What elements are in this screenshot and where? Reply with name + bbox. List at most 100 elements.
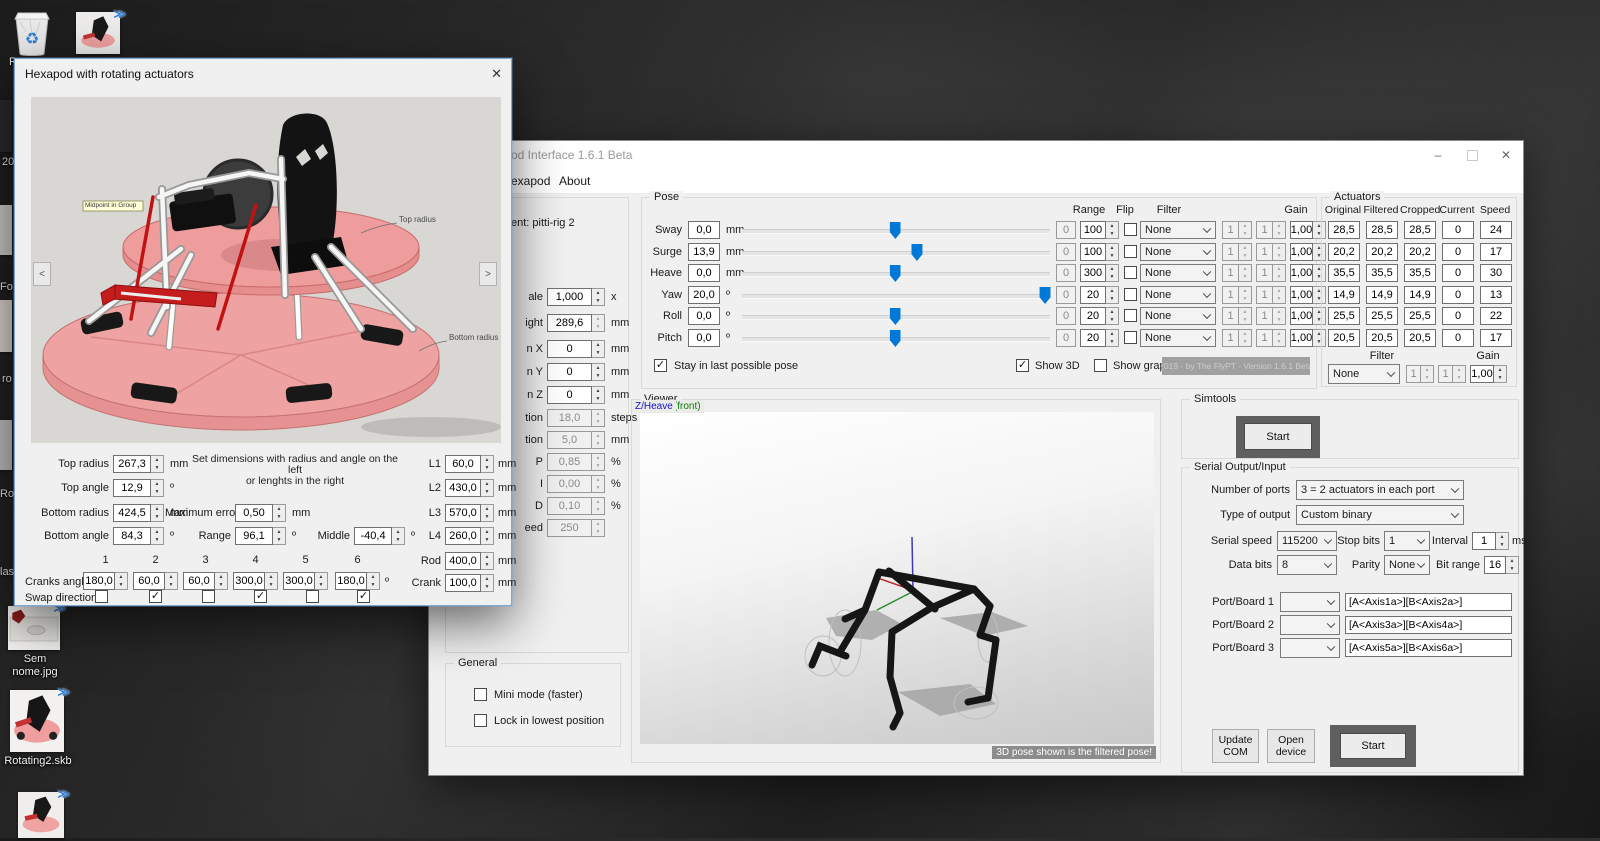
sway-value[interactable]: 0,0 xyxy=(688,221,720,239)
rotation-x-input[interactable]: 0 xyxy=(547,340,592,358)
bit-range-input[interactable]: 16 xyxy=(1484,556,1506,574)
slider-thumb[interactable] xyxy=(890,222,901,239)
slider-thumb[interactable] xyxy=(890,308,901,325)
yaw-range[interactable]: 20 xyxy=(1080,286,1106,304)
surge-value[interactable]: 13,9 xyxy=(688,243,720,261)
actuators-gain[interactable]: 1,00 xyxy=(1470,365,1494,383)
icon-label-sem-nome[interactable]: Sem nome.jpg xyxy=(0,653,70,679)
maximize-button[interactable] xyxy=(1455,141,1489,169)
minimize-button[interactable]: – xyxy=(1421,141,1455,169)
title-bar[interactable]: od Interface 1.6.1 Beta – ✕ xyxy=(429,141,1523,169)
slider-thumb[interactable] xyxy=(911,244,922,261)
recycle-bin-icon[interactable]: ♻ xyxy=(8,6,56,58)
swap-direction-checkbox-1[interactable] xyxy=(95,590,108,603)
mini-mode-checkbox[interactable] xyxy=(474,688,487,701)
range-input[interactable]: 96,1 xyxy=(235,527,273,545)
roll-gain[interactable]: 1,00 xyxy=(1290,307,1313,325)
slider-thumb[interactable] xyxy=(890,330,901,347)
swap-direction-checkbox-6[interactable]: ✓ xyxy=(357,590,370,603)
prev-rig-button[interactable]: < xyxy=(33,262,51,286)
yaw-filter-dropdown[interactable]: None xyxy=(1140,286,1216,304)
show-3d-checkbox[interactable]: ✓ xyxy=(1016,359,1029,372)
stop-bits-dropdown[interactable]: 1 xyxy=(1384,531,1430,551)
port-board-1-format[interactable]: [A<Axis1a>][B<Axis2a>] xyxy=(1345,593,1512,611)
top-radius-input[interactable]: 267,3 xyxy=(113,455,151,473)
menu-about[interactable]: About xyxy=(559,174,590,188)
l4-input[interactable]: 260,0 xyxy=(445,527,481,545)
serial-start-button[interactable]: Start xyxy=(1340,733,1406,759)
heave-filter-dropdown[interactable]: None xyxy=(1140,264,1216,282)
heave-flip-checkbox[interactable] xyxy=(1124,266,1137,279)
occluded-icon-sliver[interactable] xyxy=(0,205,12,255)
max-error-input[interactable]: 0,50 xyxy=(235,504,273,522)
interval-input[interactable]: 1 xyxy=(1472,532,1496,550)
heave-value[interactable]: 0,0 xyxy=(688,264,720,282)
stay-last-pose-checkbox[interactable]: ✓ xyxy=(654,359,667,372)
roll-flip-checkbox[interactable] xyxy=(1124,309,1137,322)
pitch-filter-dropdown[interactable]: None xyxy=(1140,329,1216,347)
surge-flip-checkbox[interactable] xyxy=(1124,245,1137,258)
close-button[interactable]: ✕ xyxy=(1489,141,1523,169)
bottom-radius-input[interactable]: 424,5 xyxy=(113,504,151,522)
port-board-3-dropdown[interactable] xyxy=(1280,638,1340,658)
swap-direction-checkbox-4[interactable]: ✓ xyxy=(254,590,267,603)
l1-input[interactable]: 60,0 xyxy=(445,455,481,473)
port-board-2-format[interactable]: [A<Axis3a>][B<Axis4a>] xyxy=(1345,616,1512,634)
yaw-value[interactable]: 20,0 xyxy=(688,286,720,304)
port-board-2-dropdown[interactable] xyxy=(1280,615,1340,635)
pitch-gain[interactable]: 1,00 xyxy=(1290,329,1313,347)
sway-slider[interactable] xyxy=(742,229,1050,234)
desktop-image-icon-top[interactable]: ≫ xyxy=(76,12,120,54)
roll-filter-dropdown[interactable]: None xyxy=(1140,307,1216,325)
l3-input[interactable]: 570,0 xyxy=(445,504,481,522)
show-graphic-checkbox[interactable] xyxy=(1094,359,1107,372)
surge-gain[interactable]: 1,00 xyxy=(1290,243,1313,261)
simtools-start-button[interactable]: Start xyxy=(1244,423,1312,450)
surge-range[interactable]: 100 xyxy=(1080,243,1106,261)
port-board-3-format[interactable]: [A<Axis5a>][B<Axis6a>] xyxy=(1345,639,1512,657)
parity-dropdown[interactable]: None xyxy=(1384,555,1430,575)
sway-range[interactable]: 100 xyxy=(1080,221,1106,239)
update-com-button[interactable]: Update COM xyxy=(1212,729,1259,763)
slider-thumb[interactable] xyxy=(1040,287,1051,304)
occluded-icon-sliver[interactable] xyxy=(0,420,12,470)
menu-hexapod[interactable]: exapod xyxy=(511,174,550,188)
dialog-close-button[interactable]: ✕ xyxy=(491,66,502,82)
yaw-slider[interactable] xyxy=(742,294,1050,299)
sway-filter-dropdown[interactable]: None xyxy=(1140,221,1216,239)
pitch-range[interactable]: 20 xyxy=(1080,329,1106,347)
surge-filter-dropdown[interactable]: None xyxy=(1140,243,1216,261)
swap-direction-checkbox-3[interactable] xyxy=(202,590,215,603)
actuators-filter-dropdown[interactable]: None xyxy=(1328,364,1400,384)
rotation-y-input[interactable]: 0 xyxy=(547,363,592,381)
roll-value[interactable]: 0,0 xyxy=(688,307,720,325)
number-of-ports-dropdown[interactable]: 3 = 2 actuators in each port xyxy=(1296,480,1464,500)
heave-slider[interactable] xyxy=(742,272,1050,277)
l2-input[interactable]: 430,0 xyxy=(445,479,481,497)
occluded-icon-sliver[interactable] xyxy=(0,100,12,152)
pitch-value[interactable]: 0,0 xyxy=(688,329,720,347)
roll-range[interactable]: 20 xyxy=(1080,307,1106,325)
rotation-z-input[interactable]: 0 xyxy=(547,386,592,404)
heave-range[interactable]: 300 xyxy=(1080,264,1106,282)
scale-input[interactable]: 1,000 xyxy=(547,288,592,306)
icon-label-rotating2[interactable]: Rotating2.skb xyxy=(0,755,76,768)
lock-lowest-checkbox[interactable] xyxy=(474,714,487,727)
open-device-button[interactable]: Open device xyxy=(1267,729,1315,763)
surge-slider[interactable] xyxy=(742,251,1050,256)
yaw-gain[interactable]: 1,00 xyxy=(1290,286,1313,304)
next-rig-button[interactable]: > xyxy=(479,262,497,286)
heave-gain[interactable]: 1,00 xyxy=(1290,264,1313,282)
occluded-icon-sliver[interactable] xyxy=(0,300,12,352)
slider-thumb[interactable] xyxy=(890,265,901,282)
swap-direction-checkbox-5[interactable] xyxy=(306,590,319,603)
desktop-icon-rotating2[interactable]: ≫ xyxy=(10,690,64,752)
sway-flip-checkbox[interactable] xyxy=(1124,223,1137,236)
swap-direction-checkbox-2[interactable]: ✓ xyxy=(149,590,162,603)
yaw-flip-checkbox[interactable] xyxy=(1124,288,1137,301)
scale-spinner[interactable]: ▲▼ xyxy=(592,288,605,306)
middle-input[interactable]: -40,4 xyxy=(354,527,392,545)
top-angle-input[interactable]: 12,9 xyxy=(113,479,151,497)
pitch-flip-checkbox[interactable] xyxy=(1124,331,1137,344)
roll-slider[interactable] xyxy=(742,315,1050,320)
